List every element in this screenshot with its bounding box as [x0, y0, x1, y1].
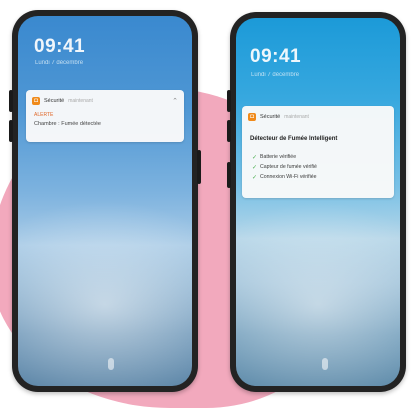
notification-time: maintenant — [68, 98, 93, 104]
clock: 09:41 — [250, 46, 302, 67]
lock-screen: 09:41 Lundi 7 décembre ◘ Sécurité mainte… — [236, 18, 400, 386]
power-button — [197, 150, 201, 184]
phone-right: 09:41 Lundi 7 décembre ◘ Sécurité mainte… — [227, 12, 406, 392]
check-item: ✓ Connexion Wi-Fi vérifiée — [252, 174, 317, 181]
alert-text: Chambre : Fumée détectée — [34, 121, 101, 127]
check-item: ✓ Batterie vérifiée — [252, 154, 297, 161]
volume-button — [9, 120, 13, 142]
date: Lundi 7 décembre — [35, 60, 84, 66]
lock-screen: 09:41 Lundi 7 décembre ◘ Sécurité mainte… — [18, 16, 192, 386]
flashlight-icon[interactable] — [322, 358, 328, 370]
notification-title: Détecteur de Fumée Intelligent — [250, 136, 338, 142]
phone-left: 09:41 Lundi 7 décembre ◘ Sécurité mainte… — [9, 10, 201, 392]
shield-icon: ◘ — [248, 113, 256, 121]
app-name: Sécurité — [44, 98, 65, 104]
check-icon: ✓ — [252, 154, 258, 161]
side-button — [227, 162, 231, 188]
check-icon: ✓ — [252, 164, 258, 171]
notification-card-expanded[interactable]: ◘ Sécurité maintenant Détecteur de Fumée… — [242, 106, 394, 198]
notification-time: maintenant — [284, 114, 309, 120]
volume-button — [227, 90, 231, 112]
chevron-up-icon[interactable]: ⌃ — [172, 97, 178, 105]
shield-icon: ◘ — [32, 97, 40, 105]
notification-card[interactable]: ◘ Sécurité maintenant ⌃ ALERTE Chambre :… — [26, 90, 184, 142]
check-list: ✓ Batterie vérifiée ✓ Capteur de fumée vér… — [252, 152, 317, 182]
check-icon: ✓ — [252, 174, 258, 181]
volume-button — [9, 90, 13, 112]
alert-label: ALERTE — [34, 112, 54, 118]
clock: 09:41 — [34, 36, 86, 57]
app-name: Sécurité — [260, 114, 281, 120]
flashlight-icon[interactable] — [108, 358, 114, 370]
check-item: ✓ Capteur de fumée vérifié — [252, 164, 317, 171]
notification-header: ◘ Sécurité maintenant — [248, 112, 388, 122]
notification-header: ◘ Sécurité maintenant ⌃ — [32, 96, 178, 106]
date: Lundi 7 décembre — [251, 72, 300, 78]
volume-button — [227, 120, 231, 142]
